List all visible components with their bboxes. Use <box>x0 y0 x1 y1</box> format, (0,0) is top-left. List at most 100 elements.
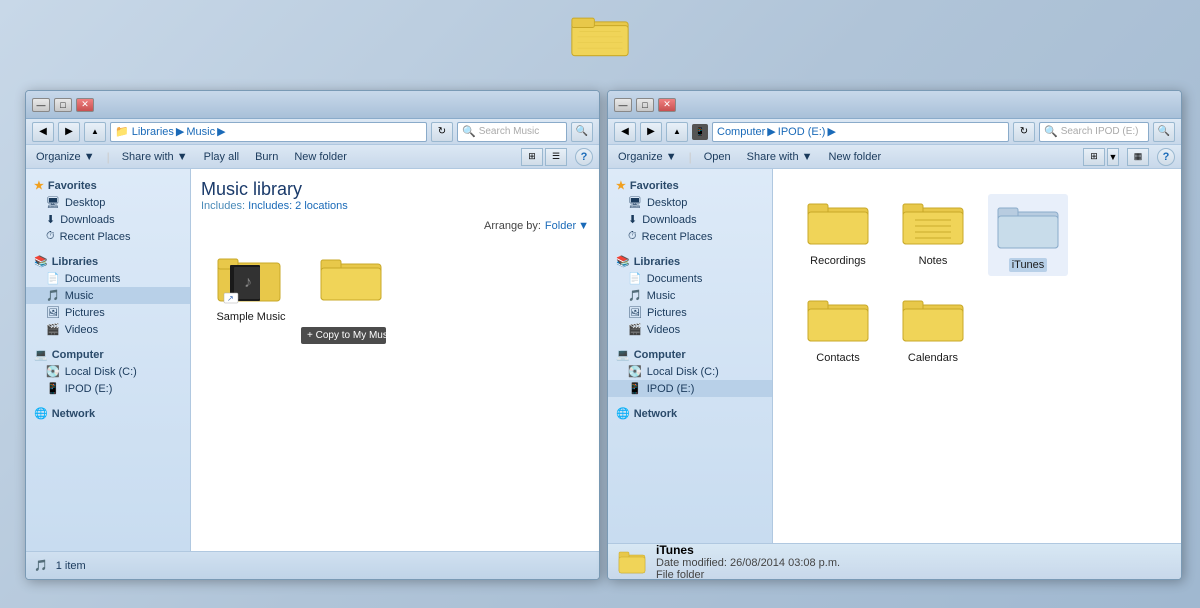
sample-music-folder[interactable]: ♪ ↗ Sample Music <box>211 250 291 324</box>
pictures-label: Pictures <box>65 307 105 319</box>
right-maximize-button[interactable]: □ <box>636 98 654 112</box>
docs-icon: 📄 <box>46 272 60 285</box>
sidebar-item-desktop[interactable]: 🖥 Desktop <box>26 194 190 211</box>
right-sidebar-desktop[interactable]: 🖥 Desktop <box>608 194 772 211</box>
right-music-icon: 🎵 <box>628 289 642 302</box>
music-icon: 🎵 <box>46 289 60 302</box>
sidebar-item-pictures[interactable]: 🖼 Pictures <box>26 304 190 321</box>
notes-folder[interactable]: Notes <box>893 194 973 276</box>
right-docs-label: Documents <box>647 273 703 285</box>
right-search-button[interactable]: 🔍 <box>1153 122 1175 142</box>
right-address-bar[interactable]: Computer ▶ IPOD (E:) ▶ <box>712 122 1009 142</box>
sidebar-item-downloads[interactable]: ⬇ Downloads <box>26 211 190 228</box>
right-open-button[interactable]: Open <box>700 149 735 165</box>
left-minimize-button[interactable]: — <box>32 98 50 112</box>
calendars-folder[interactable]: Calendars <box>893 291 973 365</box>
right-forward-button[interactable]: ▶ <box>640 122 662 142</box>
sample-music-label: Sample Music <box>213 310 288 324</box>
right-back-button[interactable]: ◀ <box>614 122 636 142</box>
plain-folder-icon <box>316 250 386 306</box>
desktop-label: Desktop <box>65 197 105 209</box>
organize-button[interactable]: Organize ▼ <box>32 149 99 165</box>
computer-header[interactable]: 💻 Computer <box>26 346 190 363</box>
left-forward-button[interactable]: ▶ <box>58 122 80 142</box>
right-sidebar-ipod[interactable]: 📱 IPOD (E:) <box>608 380 772 397</box>
left-search-button[interactable]: 🔍 <box>571 122 593 142</box>
burn-button[interactable]: Burn <box>251 149 282 165</box>
sidebar-item-ipod-left[interactable]: 📱 IPOD (E:) <box>26 380 190 397</box>
breadcrumb-computer[interactable]: Computer <box>717 126 765 138</box>
help-button[interactable]: ? <box>575 148 593 166</box>
right-sidebar-videos[interactable]: 🎬 Videos <box>608 321 772 338</box>
right-organize-button[interactable]: Organize ▼ <box>614 149 681 165</box>
sidebar-item-documents[interactable]: 📄 Documents <box>26 270 190 287</box>
favorites-header[interactable]: ★ Favorites <box>26 177 190 194</box>
right-close-button[interactable]: ✕ <box>658 98 676 112</box>
right-computer-label: Computer <box>634 349 686 361</box>
right-window: — □ ✕ ◀ ▶ ▲ 📱 Computer ▶ IPOD (E:) ▶ ↻ 🔍… <box>607 90 1182 580</box>
right-sidebar: ★ Favorites 🖥 Desktop ⬇ Downloads ⏱ Rece… <box>608 169 773 543</box>
details-folder-icon <box>618 548 646 576</box>
right-videos-label: Videos <box>647 324 680 336</box>
right-ipod-icon: 📱 <box>628 382 642 395</box>
right-search-box[interactable]: 🔍 Search IPOD (E:) <box>1039 122 1149 142</box>
play-all-button[interactable]: Play all <box>200 149 243 165</box>
right-computer-header[interactable]: 💻 Computer <box>608 346 772 363</box>
sidebar-item-local-disk[interactable]: 💽 Local Disk (C:) <box>26 363 190 380</box>
right-network-header[interactable]: 🌐 Network <box>608 405 772 422</box>
breadcrumb-ipod[interactable]: IPOD (E:) <box>778 126 826 138</box>
right-up-button[interactable]: ▲ <box>666 122 688 142</box>
copy-to-music-button[interactable]: + Copy to My Music <box>301 327 386 344</box>
right-minimize-button[interactable]: — <box>614 98 632 112</box>
right-view-extra[interactable]: ▦ <box>1127 148 1149 166</box>
right-sidebar-pictures[interactable]: 🖼 Pictures <box>608 304 772 321</box>
right-search-icon: 🔍 <box>1044 125 1058 138</box>
large-icons-view[interactable]: ⊞ <box>521 148 543 166</box>
libraries-section: 📚 Libraries 📄 Documents 🎵 Music 🖼 Pictur… <box>26 253 190 338</box>
right-search-placeholder: Search IPOD (E:) <box>1061 126 1139 137</box>
left-refresh-button[interactable]: ↻ <box>431 122 453 142</box>
itunes-folder[interactable]: iTunes <box>988 194 1068 276</box>
sidebar-item-videos[interactable]: 🎬 Videos <box>26 321 190 338</box>
left-address-bar[interactable]: 📁 Libraries ▶ Music ▶ <box>110 122 427 142</box>
left-close-button[interactable]: ✕ <box>76 98 94 112</box>
breadcrumb-music[interactable]: Music <box>186 126 215 138</box>
contacts-folder[interactable]: Contacts <box>798 291 878 365</box>
sidebar-item-music[interactable]: 🎵 Music <box>26 287 190 304</box>
right-sidebar-docs[interactable]: 📄 Documents <box>608 270 772 287</box>
right-share-button[interactable]: Share with ▼ <box>743 149 817 165</box>
recordings-folder[interactable]: Recordings <box>798 194 878 276</box>
right-refresh-button[interactable]: ↻ <box>1013 122 1035 142</box>
left-search-box[interactable]: 🔍 Search Music <box>457 122 567 142</box>
right-help-button[interactable]: ? <box>1157 148 1175 166</box>
details-view[interactable]: ☰ <box>545 148 567 166</box>
left-back-button[interactable]: ◀ <box>32 122 54 142</box>
breadcrumb-libraries[interactable]: Libraries <box>132 126 174 138</box>
details-type: File folder <box>656 569 840 581</box>
computer-label: Computer <box>52 349 104 361</box>
right-details-view[interactable]: ▼ <box>1107 148 1119 166</box>
share-with-button[interactable]: Share with ▼ <box>118 149 192 165</box>
right-sidebar-local-disk[interactable]: 💽 Local Disk (C:) <box>608 363 772 380</box>
library-title: Music library <box>201 179 589 200</box>
ipod-small-icon: 📱 <box>692 124 708 140</box>
plain-folder[interactable]: + Copy to My Music <box>311 250 391 324</box>
left-maximize-button[interactable]: □ <box>54 98 72 112</box>
locations-link[interactable]: Includes: 2 locations <box>248 200 348 212</box>
left-up-button[interactable]: ▲ <box>84 122 106 142</box>
right-large-icons-view[interactable]: ⊞ <box>1083 148 1105 166</box>
right-libraries-header[interactable]: 📚 Libraries <box>608 253 772 270</box>
plain-folder-label <box>348 310 354 312</box>
right-disk-icon: 💽 <box>628 365 642 378</box>
right-sidebar-downloads[interactable]: ⬇ Downloads <box>608 211 772 228</box>
right-sidebar-music[interactable]: 🎵 Music <box>608 287 772 304</box>
right-favorites-header[interactable]: ★ Favorites <box>608 177 772 194</box>
right-new-folder-button[interactable]: New folder <box>825 149 886 165</box>
sidebar-item-recent[interactable]: ⏱ Recent Places <box>26 228 190 245</box>
new-folder-button[interactable]: New folder <box>290 149 351 165</box>
right-ipod-label: IPOD (E:) <box>647 383 695 395</box>
libraries-header[interactable]: 📚 Libraries <box>26 253 190 270</box>
network-header[interactable]: 🌐 Network <box>26 405 190 422</box>
right-sidebar-recent[interactable]: ⏱ Recent Places <box>608 228 772 245</box>
arrange-value[interactable]: Folder ▼ <box>545 220 589 232</box>
